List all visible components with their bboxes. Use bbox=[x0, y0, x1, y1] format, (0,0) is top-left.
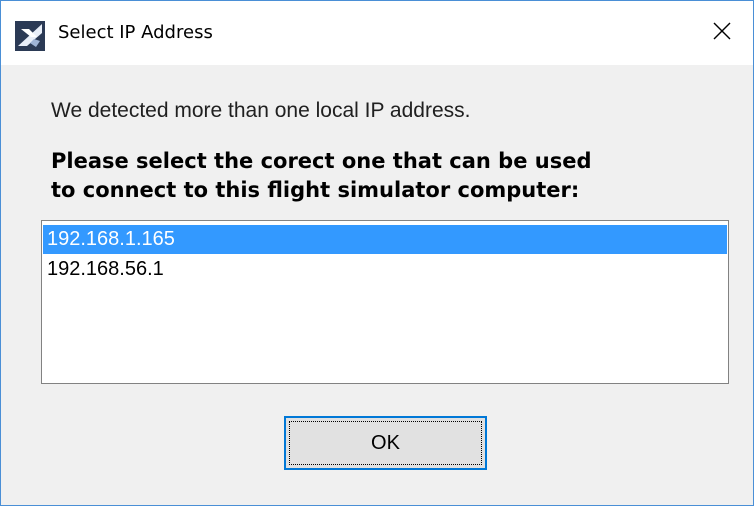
close-icon bbox=[713, 22, 731, 44]
dialog-window: Select IP Address We detected more than … bbox=[0, 0, 754, 506]
ok-button[interactable]: OK bbox=[284, 416, 487, 470]
ok-button-label: OK bbox=[371, 431, 400, 454]
selection-prompt: Please select the corect one that can be… bbox=[51, 147, 591, 205]
ip-address-listbox[interactable]: 192.168.1.165 192.168.56.1 bbox=[41, 220, 729, 384]
window-title: Select IP Address bbox=[58, 22, 213, 43]
selection-prompt-line-2: to connect to this flight simulator comp… bbox=[51, 178, 580, 202]
title-bar[interactable]: Select IP Address bbox=[1, 1, 753, 65]
intro-text: We detected more than one local IP addre… bbox=[51, 99, 471, 122]
ip-list-item[interactable]: 192.168.56.1 bbox=[43, 255, 727, 284]
flight-simulator-app-icon bbox=[15, 21, 45, 51]
close-button[interactable] bbox=[691, 1, 753, 65]
selection-prompt-line-1: Please select the corect one that can be… bbox=[51, 149, 592, 173]
ip-list-item-selected[interactable]: 192.168.1.165 bbox=[43, 225, 727, 254]
